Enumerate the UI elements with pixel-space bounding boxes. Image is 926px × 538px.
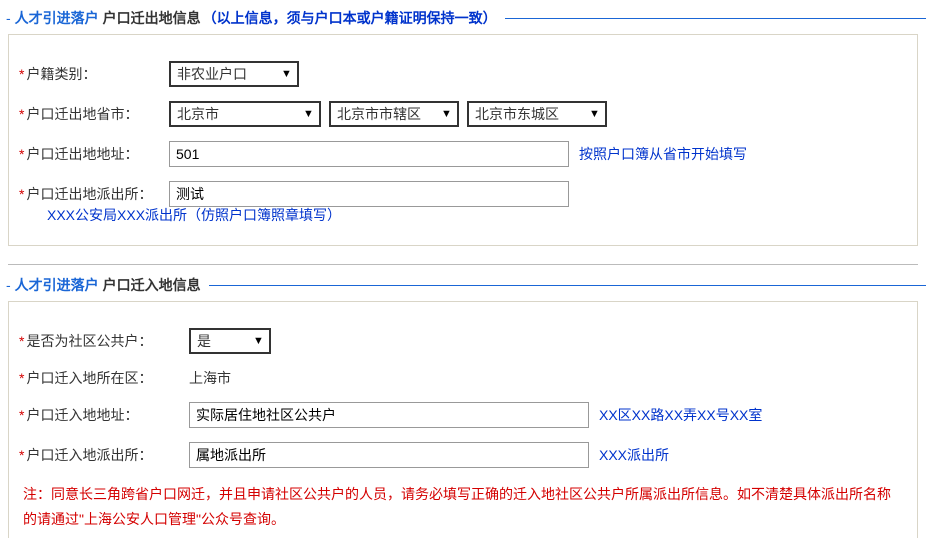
req-icon: * (19, 407, 24, 423)
section2-lead: 人才引进落户 (15, 275, 99, 295)
label-in-police-text: 户口迁入地派出所： (26, 447, 152, 463)
row-hukou-type: *户籍类别： 非农业户口 ▼ (19, 61, 907, 87)
label-in-region: *户口迁入地所在区： (19, 368, 189, 388)
row-community: *是否为社区公共户： 是 ▼ (19, 328, 907, 354)
section1-note: （以上信息，须与户口本或户籍证明保持一致） (203, 8, 497, 28)
section1-dash: - (6, 10, 11, 26)
select-province-value: 北京市 (177, 104, 225, 124)
label-move-out-address-text: 户口迁出地地址： (26, 146, 138, 162)
input-move-out-police[interactable] (169, 181, 569, 207)
note-red: 注：同意长三角跨省户口网迁，并且申请社区公共户的人员，请务必填写正确的迁入地社区… (23, 482, 903, 532)
section1-line (505, 18, 926, 19)
hint-in-police: XXX派出所 (599, 445, 669, 465)
chevron-down-icon: ▼ (437, 104, 455, 124)
label-in-address: *户口迁入地地址： (19, 405, 189, 425)
label-move-out-region-text: 户口迁出地省市： (26, 106, 138, 122)
req-icon: * (19, 370, 24, 386)
section2-line (209, 285, 926, 286)
section2-title: - 人才引进落户 户口迁入地信息 (0, 275, 926, 295)
select-city-value: 北京市市辖区 (337, 104, 427, 124)
chevron-down-icon: ▼ (277, 64, 295, 84)
label-community-text: 是否为社区公共户： (26, 333, 152, 349)
label-hukou-type-text: 户籍类别： (26, 66, 96, 82)
label-in-address-text: 户口迁入地地址： (26, 407, 138, 423)
label-community: *是否为社区公共户： (19, 331, 189, 351)
select-district-value: 北京市东城区 (475, 104, 565, 124)
input-move-out-address[interactable] (169, 141, 569, 167)
label-move-out-region: *户口迁出地省市： (19, 104, 169, 124)
section1-lead: 人才引进落户 (15, 8, 99, 28)
chevron-down-icon: ▼ (249, 331, 267, 351)
label-move-out-police: *户口迁出地派出所： (19, 184, 169, 204)
example-move-out-police: XXX公安局XXX派出所（仿照户口簿照章填写） (47, 205, 907, 225)
req-icon: * (19, 146, 24, 162)
select-province[interactable]: 北京市 ▼ (169, 101, 321, 127)
input-in-address[interactable] (189, 402, 589, 428)
row-in-police: *户口迁入地派出所： XXX派出所 (19, 442, 907, 468)
row-move-out-address: *户口迁出地地址： 按照户口簿从省市开始填写 (19, 141, 907, 167)
select-hukou-type-value: 非农业户口 (177, 64, 253, 84)
label-in-police: *户口迁入地派出所： (19, 445, 189, 465)
section1-sub: 户口迁出地信息 (103, 8, 201, 28)
row-move-out-police: *户口迁出地派出所： (19, 181, 907, 207)
req-icon: * (19, 186, 24, 202)
row-in-region: *户口迁入地所在区： 上海市 (19, 368, 907, 388)
select-community-value: 是 (197, 331, 217, 351)
req-icon: * (19, 333, 24, 349)
select-district[interactable]: 北京市东城区 ▼ (467, 101, 607, 127)
req-icon: * (19, 66, 24, 82)
chevron-down-icon: ▼ (299, 104, 317, 124)
select-city[interactable]: 北京市市辖区 ▼ (329, 101, 459, 127)
select-hukou-type[interactable]: 非农业户口 ▼ (169, 61, 299, 87)
section1-bottom-line (8, 264, 918, 265)
section1-title: - 人才引进落户 户口迁出地信息 （以上信息，须与户口本或户籍证明保持一致） (0, 8, 926, 28)
req-icon: * (19, 447, 24, 463)
select-community[interactable]: 是 ▼ (189, 328, 271, 354)
section2-sub: 户口迁入地信息 (103, 275, 201, 295)
input-in-police[interactable] (189, 442, 589, 468)
req-icon: * (19, 106, 24, 122)
label-hukou-type: *户籍类别： (19, 64, 169, 84)
label-in-region-text: 户口迁入地所在区： (26, 370, 152, 386)
section2-dash: - (6, 277, 11, 293)
hint-in-address: XX区XX路XX弄XX号XX室 (599, 405, 762, 425)
chevron-down-icon: ▼ (585, 104, 603, 124)
hint-move-out-address: 按照户口簿从省市开始填写 (579, 144, 747, 164)
label-move-out-address: *户口迁出地地址： (19, 144, 169, 164)
row-move-out-region: *户口迁出地省市： 北京市 ▼ 北京市市辖区 ▼ 北京市东城区 ▼ (19, 101, 907, 127)
section2-panel: *是否为社区公共户： 是 ▼ *户口迁入地所在区： 上海市 *户口迁入地地址： … (8, 301, 918, 538)
label-move-out-police-text: 户口迁出地派出所： (26, 186, 152, 202)
value-in-region: 上海市 (189, 368, 231, 388)
section1-panel: *户籍类别： 非农业户口 ▼ *户口迁出地省市： 北京市 ▼ 北京市市辖区 ▼ … (8, 34, 918, 246)
row-in-address: *户口迁入地地址： XX区XX路XX弄XX号XX室 (19, 402, 907, 428)
